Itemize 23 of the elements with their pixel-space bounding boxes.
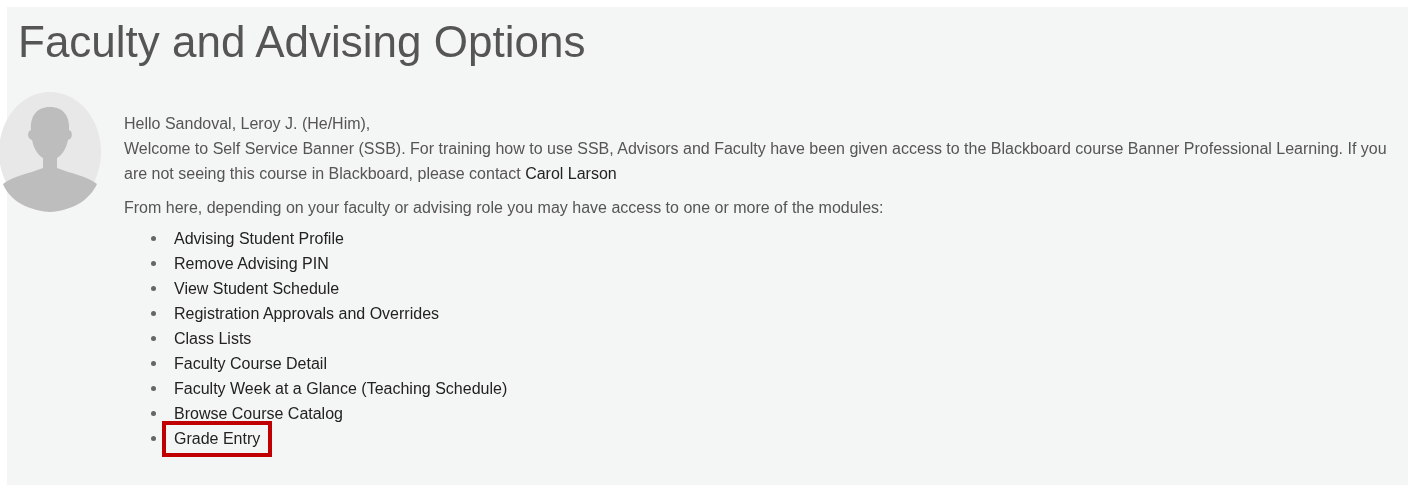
bullet-icon <box>151 436 156 441</box>
bullet-icon <box>151 236 156 241</box>
bullet-icon <box>151 261 156 266</box>
module-link[interactable]: Faculty Week at a Glance (Teaching Schedule) <box>174 376 508 401</box>
module-link[interactable]: Remove Advising PIN <box>174 251 329 276</box>
bullet-icon <box>151 361 156 366</box>
module-link[interactable]: Registration Approvals and Overrides <box>174 301 440 326</box>
intro-paragraph: From here, depending on your faculty or advising role you may have access to one or more of the modules: <box>124 198 885 218</box>
bullet-icon <box>151 411 156 416</box>
bullet-icon <box>151 311 156 316</box>
welcome-paragraph: Welcome to Self Service Banner (SSB). For training how to use SSB, Advisors and Faculty have been given access to the Blackboard course Banner Professional Learning. If you are not seeing this course in Blackboard, please contact Carol Larson <box>124 139 1388 184</box>
bullet-icon <box>151 336 156 341</box>
module-link[interactable]: View Student Schedule <box>174 276 340 301</box>
module-link[interactable]: Grade Entry <box>162 420 273 457</box>
contact-link[interactable]: Carol Larson <box>525 165 617 182</box>
greeting-text: Hello Sandoval, Leroy J. (He/Him), <box>124 114 372 134</box>
module-link[interactable]: Class Lists <box>174 326 252 351</box>
page-title: Faculty and Advising Options <box>18 20 586 64</box>
module-link[interactable]: Faculty Course Detail <box>174 351 327 376</box>
bullet-icon <box>151 386 156 391</box>
module-link[interactable]: Advising Student Profile <box>174 226 344 251</box>
bullet-icon <box>151 286 156 291</box>
avatar-icon <box>0 92 101 212</box>
